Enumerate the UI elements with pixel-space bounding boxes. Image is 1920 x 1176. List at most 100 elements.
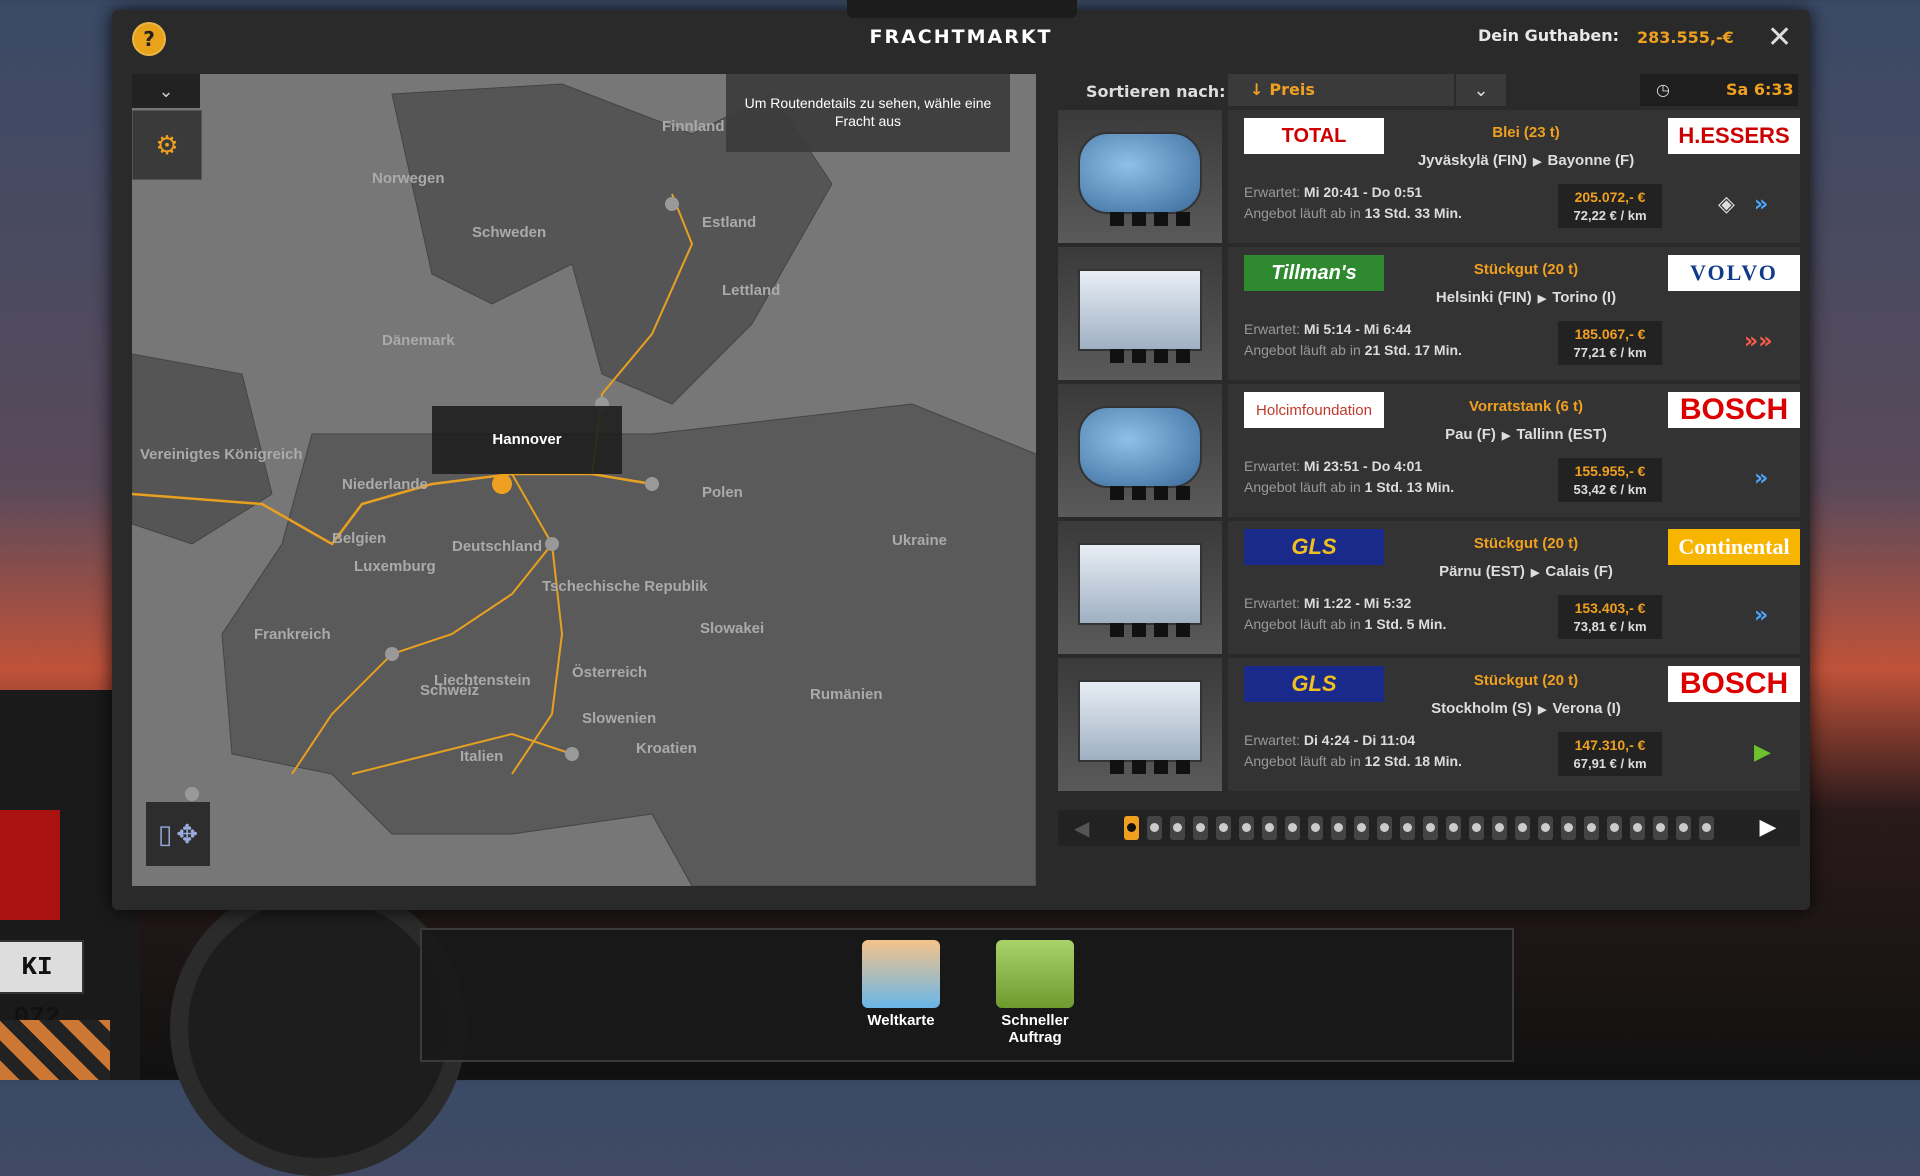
expected-time: Mi 20:41 - Do 0:51 — [1303, 184, 1423, 200]
receiver-logo: BOSCH — [1668, 392, 1800, 428]
expires-label: Angebot läuft ab in — [1244, 753, 1361, 769]
city-marker[interactable] — [385, 647, 399, 661]
expires-time: 13 Std. 33 Min. — [1364, 205, 1462, 221]
expires-time: 1 Std. 13 Min. — [1364, 479, 1455, 495]
receiver-logo: H.ESSERS — [1668, 118, 1800, 154]
offer-card[interactable]: GLS Stückgut (20 t) Pärnu (EST) ▶ Calais (… — [1228, 521, 1800, 654]
map-filter-icon[interactable]: ⚙ — [132, 110, 202, 180]
route-arrow-icon: ▶ — [1530, 567, 1540, 579]
page-dot[interactable] — [1285, 816, 1300, 840]
page-dot[interactable] — [1653, 816, 1668, 840]
world-map-icon — [862, 940, 940, 1008]
special-cargo-icon: ◈ — [1718, 192, 1735, 217]
expires-time: 1 Std. 5 Min. — [1364, 616, 1447, 632]
city-marker[interactable] — [545, 537, 559, 551]
page-dot[interactable] — [1699, 816, 1714, 840]
next-page-icon[interactable]: ▶ — [1748, 814, 1788, 842]
offer-row[interactable]: TOTAL Blei (23 t) Jyväskylä (FIN) ▶ Bayonn… — [1058, 110, 1800, 243]
route: Stockholm (S) ▶ Verona (I) — [1384, 700, 1668, 717]
expires-time: 12 Std. 18 Min. — [1364, 753, 1462, 769]
map-label: Tschechische Republik — [542, 578, 708, 595]
offer-row[interactable]: GLS Stückgut (20 t) Pärnu (EST) ▶ Calais (… — [1058, 521, 1800, 654]
expected-label: Erwartet: — [1244, 184, 1301, 200]
page-dot[interactable] — [1147, 816, 1162, 840]
selected-city-marker[interactable] — [492, 474, 512, 494]
page-dot[interactable] — [1492, 816, 1507, 840]
price: 205.072,- € — [1574, 189, 1646, 205]
page-dot[interactable] — [1377, 816, 1392, 840]
world-map-button[interactable]: Weltkarte — [846, 940, 956, 1029]
page-dot[interactable] — [1676, 816, 1691, 840]
trailer-image — [1078, 543, 1202, 625]
page-dot[interactable] — [1446, 816, 1461, 840]
page-dot[interactable] — [1423, 816, 1438, 840]
offer-card[interactable]: TOTAL Blei (23 t) Jyväskylä (FIN) ▶ Bayonn… — [1228, 110, 1800, 243]
page-dot[interactable] — [1538, 816, 1553, 840]
offer-card[interactable]: GLS Stückgut (20 t) Stockholm (S) ▶ Verona… — [1228, 658, 1800, 791]
city-marker[interactable] — [185, 787, 199, 801]
route: Jyväskylä (FIN) ▶ Bayonne (F) — [1384, 152, 1668, 169]
price: 155.955,- € — [1574, 463, 1646, 479]
expires-label: Angebot läuft ab in — [1244, 479, 1361, 495]
offer-row[interactable]: GLS Stückgut (20 t) Stockholm (S) ▶ Verona… — [1058, 658, 1800, 791]
receiver-logo: BOSCH — [1668, 666, 1800, 702]
route: Pau (F) ▶ Tallinn (EST) — [1384, 426, 1668, 443]
page-dot[interactable] — [1239, 816, 1254, 840]
page-dot[interactable] — [1124, 816, 1139, 840]
page-dot[interactable] — [1630, 816, 1645, 840]
trailer-thumbnail — [1058, 110, 1222, 243]
page-dot[interactable] — [1170, 816, 1185, 840]
map-label: Belgien — [332, 530, 387, 547]
page-dot[interactable] — [1216, 816, 1231, 840]
page-dot[interactable] — [1469, 816, 1484, 840]
truck-tail-light — [0, 810, 60, 920]
close-button[interactable]: ✕ — [1767, 20, 1792, 55]
page-dot[interactable] — [1308, 816, 1323, 840]
offer-card[interactable]: Tillman's Stückgut (20 t) Helsinki (FIN)… — [1228, 247, 1800, 380]
page-dot[interactable] — [1354, 816, 1369, 840]
europe-map[interactable]: Norwegen Finnland Schweden Estland Lettl… — [132, 74, 1036, 886]
page-dot[interactable] — [1193, 816, 1208, 840]
route: Pärnu (EST) ▶ Calais (F) — [1384, 563, 1668, 580]
page-dot[interactable] — [1331, 816, 1346, 840]
offer-details: Erwartet: Di 4:24 - Di 11:04 Angebot läu… — [1244, 730, 1544, 772]
prev-page-icon[interactable]: ◀ — [1074, 816, 1089, 841]
page-dot[interactable] — [1262, 816, 1277, 840]
quick-job-label-1: Schneller — [1001, 1012, 1069, 1029]
map-label: Italien — [460, 748, 504, 765]
city-marker[interactable] — [665, 197, 679, 211]
route-to: Verona (I) — [1552, 700, 1621, 717]
page-dot[interactable] — [1400, 816, 1415, 840]
price-box: 153.403,- € 73,81 € / km — [1558, 595, 1662, 639]
trailer-image — [1078, 132, 1202, 214]
sort-chevron-down-icon[interactable]: ⌄ — [1456, 74, 1506, 106]
offer-card[interactable]: Holcimfoundation Vorratstank (6 t) Pau (… — [1228, 384, 1800, 517]
page-dot[interactable] — [1561, 816, 1576, 840]
map-label: Ukraine — [892, 532, 948, 549]
quick-job-button[interactable]: Schneller Auftrag — [980, 940, 1090, 1046]
map-label: Kroatien — [636, 740, 697, 757]
map-label: Lettland — [722, 282, 781, 299]
offer-details: Erwartet: Mi 20:41 - Do 0:51 Angebot läu… — [1244, 182, 1544, 224]
map-dropdown-chevron-icon[interactable]: ⌄ — [132, 74, 200, 108]
city-marker[interactable] — [645, 477, 659, 491]
offer-row[interactable]: Holcimfoundation Vorratstank (6 t) Pau (… — [1058, 384, 1800, 517]
page-dot[interactable] — [1607, 816, 1622, 840]
map-label: Dänemark — [382, 332, 455, 349]
page-dot[interactable] — [1515, 816, 1530, 840]
page-dot[interactable] — [1584, 816, 1599, 840]
price-box: 155.955,- € 53,42 € / km — [1558, 458, 1662, 502]
trailer-wheels — [1110, 760, 1190, 774]
offer-row[interactable]: Tillman's Stückgut (20 t) Helsinki (FIN)… — [1058, 247, 1800, 380]
offer-details: Erwartet: Mi 23:51 - Do 4:01 Angebot läu… — [1244, 456, 1544, 498]
route-to: Tallinn (EST) — [1516, 426, 1607, 443]
clock-icon: ◷ — [1656, 80, 1670, 99]
route-arrow-icon: ▶ — [1501, 430, 1511, 442]
route-from: Pau (F) — [1445, 426, 1496, 443]
balance-label: Dein Guthaben: — [1478, 26, 1620, 45]
map-label: Schweden — [472, 224, 547, 241]
sort-select[interactable]: ↓ Preis — [1228, 74, 1454, 106]
balance-value: 283.555,-€ — [1637, 28, 1734, 47]
price-per-km: 67,91 € / km — [1573, 756, 1647, 771]
city-marker[interactable] — [565, 747, 579, 761]
